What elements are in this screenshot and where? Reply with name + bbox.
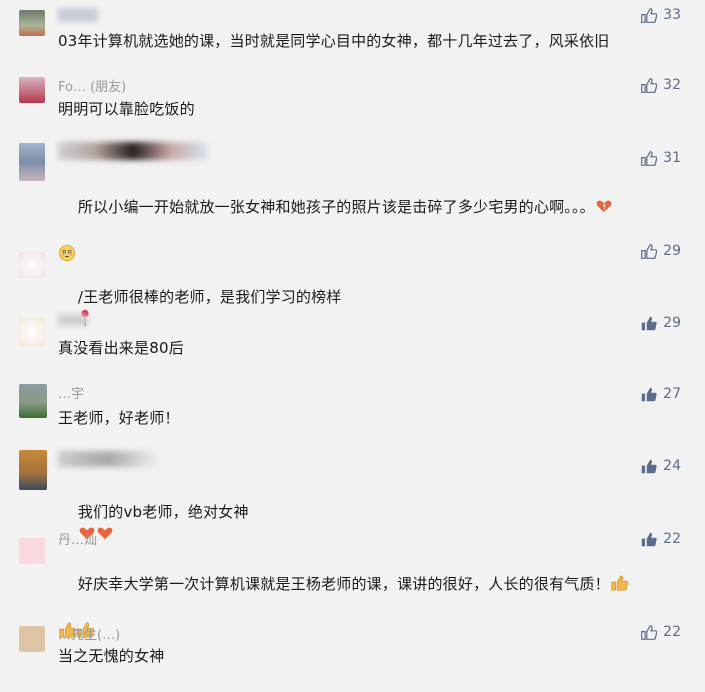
- like-button[interactable]: 29: [640, 313, 681, 333]
- avatar[interactable]: [19, 252, 45, 278]
- avatar[interactable]: [19, 538, 45, 564]
- avatar[interactable]: [19, 10, 45, 36]
- like-button[interactable]: 29: [640, 241, 681, 261]
- like-count: 24: [663, 458, 681, 474]
- thumbs-up-icon: [641, 624, 658, 640]
- nickname: Fo… (朋友): [58, 80, 127, 95]
- like-count: 22: [663, 624, 681, 640]
- like-button[interactable]: 24: [640, 456, 681, 476]
- comment-text: 03年计算机就选她的课，当时就是同学心目中的女神，都十几年过去了，风采依旧: [58, 32, 610, 50]
- avatar[interactable]: [19, 450, 47, 490]
- comment-text: 明明可以靠脸吃饭的: [58, 100, 195, 118]
- like-button[interactable]: 31: [640, 148, 681, 168]
- nickname: [58, 142, 208, 160]
- thumbs-up-icon: [641, 77, 658, 93]
- avatar[interactable]: [19, 143, 45, 181]
- comment-text-body: 我们的vb老师，绝对女神: [77, 503, 249, 521]
- nickname: [58, 314, 88, 332]
- comment-text: 真没看出来是80后: [58, 339, 184, 357]
- thumbs-up-emoji-icon: [610, 574, 628, 598]
- avatar[interactable]: [19, 626, 45, 652]
- thumbs-up-icon: [641, 387, 657, 401]
- like-count: 22: [663, 531, 681, 547]
- thumbs-up-icon: [641, 150, 658, 166]
- like-count: 29: [663, 315, 681, 331]
- thumbs-up-icon: [641, 316, 657, 330]
- like-count: 31: [663, 150, 681, 166]
- comment-text-body: 好庆幸大学第一次计算机课就是王杨老师的课，课讲的很好，人长的很有气质！: [77, 575, 610, 593]
- broken-heart-icon: [595, 197, 613, 221]
- like-count: 29: [663, 243, 681, 259]
- like-count: 32: [663, 77, 681, 93]
- nickname: [58, 8, 98, 26]
- like-button[interactable]: 22: [640, 622, 681, 642]
- like-button[interactable]: 33: [640, 5, 681, 25]
- thumbs-up-icon: [641, 7, 658, 23]
- comment-text-body: /王老师很棒的老师，是我们学习的榜样: [77, 288, 342, 306]
- like-button[interactable]: 22: [640, 529, 681, 549]
- nickname: [58, 451, 158, 469]
- comment-text: 当之无愧的女神: [58, 647, 165, 665]
- nickname: …先生(…): [58, 628, 121, 643]
- avatar[interactable]: [19, 77, 45, 103]
- nickname: 丹…灿: [58, 533, 98, 548]
- like-count: 33: [663, 7, 681, 23]
- nickname: …宇: [58, 387, 85, 402]
- comment-text: 王老师，好老师！: [58, 409, 180, 427]
- thumbs-up-icon: [641, 459, 657, 473]
- thumbs-up-icon: [641, 532, 657, 546]
- like-button[interactable]: 27: [640, 384, 681, 404]
- avatar[interactable]: [19, 384, 47, 418]
- thumbs-up-icon: [641, 243, 658, 259]
- like-button[interactable]: 32: [640, 75, 681, 95]
- avatar[interactable]: [19, 318, 45, 346]
- heart-icon: [96, 524, 114, 548]
- comment-text-body: 所以小编一开始就放一张女神和她孩子的照片该是击碎了多少宅男的心啊。。。: [77, 198, 595, 216]
- like-count: 27: [663, 386, 681, 402]
